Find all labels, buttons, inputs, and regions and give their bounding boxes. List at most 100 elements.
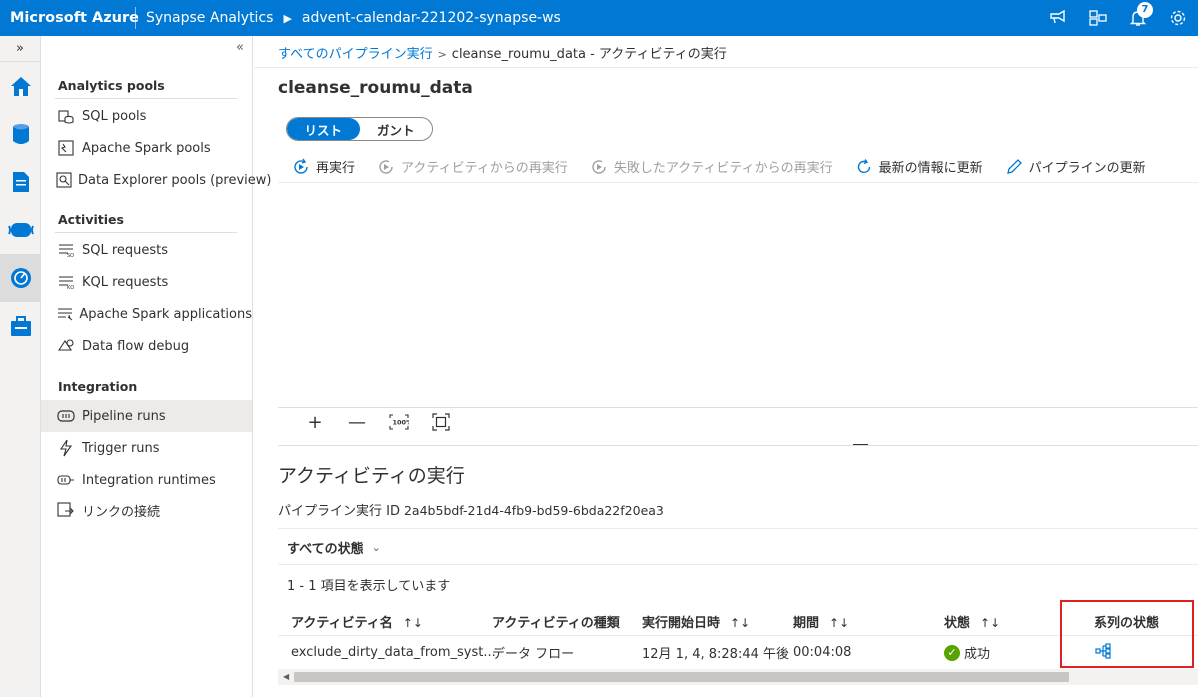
canvas-zoom-controls: + — 100%: [294, 410, 462, 434]
refresh-icon: [855, 158, 873, 176]
data-explorer-icon: [56, 171, 72, 189]
rerun-icon: [292, 158, 310, 176]
sql-pool-icon: [56, 107, 76, 125]
home-icon[interactable]: [0, 62, 41, 110]
rerun-from-failed-icon: [590, 158, 608, 176]
develop-icon[interactable]: [0, 158, 41, 206]
refresh-button[interactable]: 最新の情報に更新: [855, 157, 983, 176]
column-duration[interactable]: 期間 ↑↓: [793, 612, 849, 631]
scrollbar-thumb[interactable]: [294, 672, 1069, 682]
nav-item-label: KQL requests: [82, 274, 169, 290]
icon-rail: »: [0, 36, 41, 697]
scroll-left-icon[interactable]: ◀: [283, 672, 289, 681]
kql-requests-icon: KQL: [56, 273, 76, 291]
integration-runtime-icon: [56, 471, 76, 489]
integrate-icon[interactable]: [0, 206, 41, 254]
data-flow-debug-icon: [56, 337, 76, 355]
spark-pool-icon: [56, 139, 76, 157]
update-pipeline-label: パイプラインの更新: [1028, 161, 1146, 176]
feedback-icon[interactable]: [1038, 0, 1078, 36]
duration-cell: 00:04:08: [793, 645, 852, 660]
nav-item-linked-connections[interactable]: リンクの接続: [41, 494, 252, 526]
sort-icon[interactable]: ↑↓: [980, 616, 1000, 630]
nav-item-sql-pools[interactable]: SQL pools: [41, 100, 252, 132]
sort-icon[interactable]: ↑↓: [403, 616, 423, 630]
column-label: 状態: [944, 616, 971, 631]
column-activity-type[interactable]: アクティビティの種類: [492, 612, 620, 631]
data-icon[interactable]: [0, 110, 41, 158]
nav-item-sql-requests[interactable]: SQL SQL requests: [41, 234, 252, 266]
page-title: cleanse_roumu_data: [278, 78, 473, 98]
zoom-in-icon[interactable]: +: [294, 410, 336, 434]
service-name[interactable]: Synapse Analytics: [146, 10, 273, 26]
status-text: 成功: [964, 647, 991, 662]
brand-name[interactable]: Microsoft Azure: [0, 10, 139, 26]
top-bar: Microsoft Azure Synapse Analytics ▶ adve…: [0, 0, 1198, 36]
divider: [135, 7, 136, 29]
column-label: 期間: [793, 616, 820, 631]
rerun-from-activity-button[interactable]: アクティビティからの再実行: [377, 157, 568, 176]
workspace-name[interactable]: advent-calendar-221202-synapse-ws: [302, 10, 561, 26]
view-list-button[interactable]: リスト: [287, 118, 360, 140]
nav-item-pipeline-runs[interactable]: Pipeline runs: [41, 400, 252, 432]
svg-text:SQL: SQL: [67, 253, 74, 257]
zoom-out-icon[interactable]: —: [336, 410, 378, 434]
nav-item-label: Pipeline runs: [82, 408, 166, 424]
highlight-box: [1060, 600, 1194, 668]
nav-item-label: Apache Spark applications: [79, 306, 252, 322]
nav-item-trigger-runs[interactable]: Trigger runs: [41, 432, 252, 464]
activity-name-cell[interactable]: exclude_dirty_data_from_syst...: [291, 645, 496, 660]
pencil-icon: [1005, 158, 1023, 176]
fit-to-screen-icon[interactable]: [420, 410, 462, 434]
directory-icon[interactable]: [1078, 0, 1118, 36]
zoom-100-icon[interactable]: 100%: [378, 410, 420, 434]
nav-item-kql-requests[interactable]: KQL KQL requests: [41, 266, 252, 298]
rerun-from-activity-icon: [377, 158, 395, 176]
rerun-from-activity-label: アクティビティからの再実行: [401, 161, 568, 176]
sort-icon[interactable]: ↑↓: [730, 616, 750, 630]
rerun-button[interactable]: 再実行: [292, 157, 355, 176]
column-activity-name[interactable]: アクティビティ名 ↑↓: [291, 612, 423, 631]
nav-item-apache-spark-applications[interactable]: Apache Spark applications: [41, 298, 252, 330]
settings-icon[interactable]: [1158, 0, 1198, 36]
sort-icon[interactable]: ↑↓: [829, 616, 849, 630]
notification-badge: 7: [1137, 2, 1153, 18]
rerun-label: 再実行: [316, 161, 356, 176]
divider: [254, 67, 1198, 68]
bell-icon[interactable]: 7: [1118, 0, 1158, 36]
view-gantt-button[interactable]: ガント: [360, 118, 433, 140]
monitor-nav-pane: « Analytics pools SQL pools Apache Spark…: [41, 36, 272, 697]
horizontal-scrollbar[interactable]: ◀: [278, 669, 1198, 685]
trigger-icon: [56, 439, 76, 457]
view-toggle: リスト ガント: [286, 117, 433, 141]
svg-text:KQL: KQL: [67, 285, 74, 289]
column-label: アクティビティの種類: [492, 616, 620, 631]
toolbar: 再実行 アクティビティからの再実行 失敗したアクティビティからの再実行 最新の情…: [278, 151, 1198, 183]
divider: [55, 98, 237, 99]
column-status[interactable]: 状態 ↑↓: [944, 612, 1000, 631]
nav-item-data-explorer-pools[interactable]: Data Explorer pools (preview): [41, 164, 272, 196]
pipeline-runs-icon: [56, 407, 76, 425]
status-cell: ✓ 成功: [944, 643, 990, 662]
nav-item-integration-runtimes[interactable]: Integration runtimes: [41, 464, 252, 496]
svg-text:100%: 100%: [393, 419, 410, 427]
expand-rail-icon[interactable]: »: [0, 36, 40, 62]
nav-item-label: SQL pools: [82, 108, 147, 124]
nav-item-apache-spark-pools[interactable]: Apache Spark pools: [41, 132, 252, 164]
chevron-down-icon: ⌄: [371, 541, 381, 554]
column-label: 実行開始日時: [642, 616, 721, 631]
divider: [278, 564, 1198, 565]
divider: [55, 232, 237, 233]
nav-item-data-flow-debug[interactable]: Data flow debug: [41, 330, 252, 362]
breadcrumb-all-pipeline-runs[interactable]: すべてのパイプライン実行: [278, 47, 433, 62]
update-pipeline-button[interactable]: パイプラインの更新: [1005, 157, 1146, 176]
nav-item-label: Data flow debug: [82, 338, 190, 354]
rerun-from-failed-button[interactable]: 失敗したアクティビティからの再実行: [590, 157, 833, 176]
status-filter-dropdown[interactable]: すべての状態 ⌄: [287, 538, 381, 557]
collapse-pane-icon[interactable]: «: [236, 40, 244, 55]
column-run-start[interactable]: 実行開始日時 ↑↓: [642, 612, 750, 631]
monitor-icon[interactable]: [0, 254, 41, 302]
refresh-label: 最新の情報に更新: [878, 161, 983, 176]
manage-icon[interactable]: [0, 302, 41, 350]
activity-type-cell: データ フロー: [492, 647, 575, 662]
